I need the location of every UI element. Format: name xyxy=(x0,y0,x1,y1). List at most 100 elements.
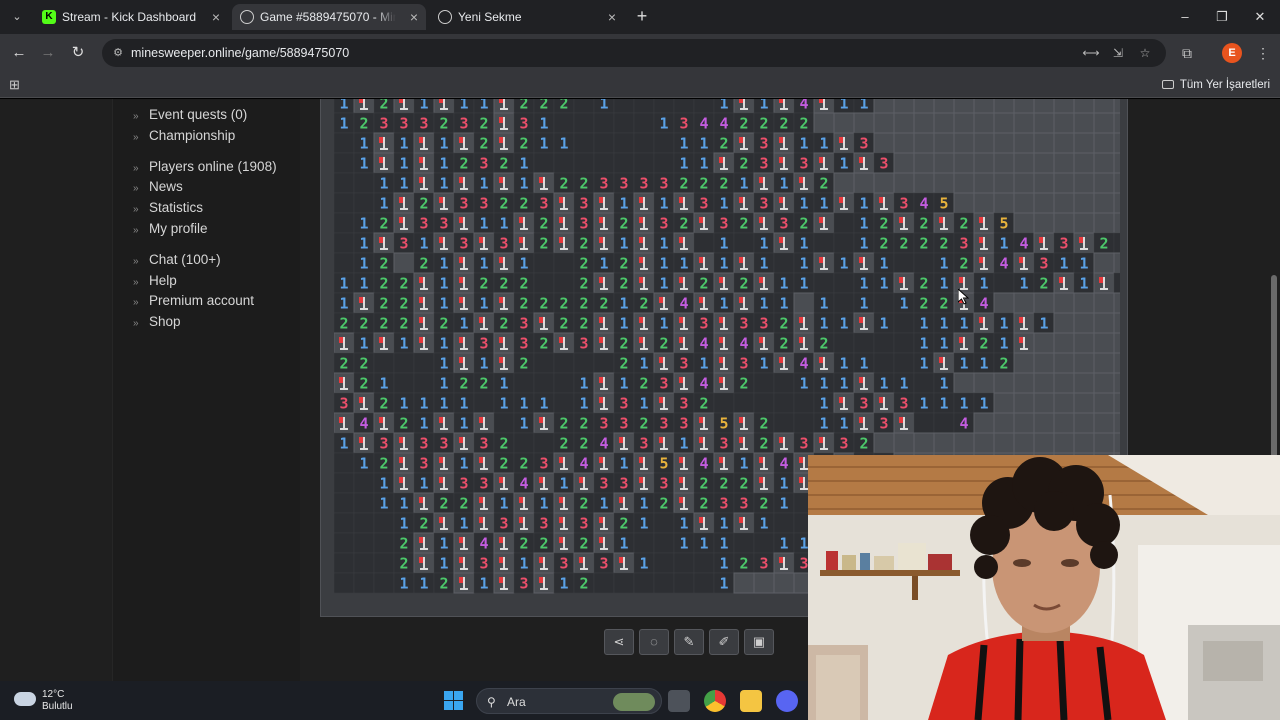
flag-icon[interactable] xyxy=(633,252,655,274)
flag-icon[interactable] xyxy=(453,172,475,194)
revealed-cell[interactable]: 1 xyxy=(393,132,415,154)
revealed-cell[interactable]: 3 xyxy=(433,432,455,454)
revealed-cell[interactable] xyxy=(893,332,915,354)
revealed-cell[interactable]: 1 xyxy=(773,492,795,514)
flag-icon[interactable] xyxy=(853,372,875,394)
flag-icon[interactable] xyxy=(693,432,715,454)
flag-icon[interactable] xyxy=(673,232,695,254)
window-close-icon[interactable]: ✕ xyxy=(1245,6,1275,28)
revealed-cell[interactable]: 1 xyxy=(433,272,455,294)
revealed-cell[interactable]: 2 xyxy=(573,272,595,294)
revealed-cell[interactable]: 2 xyxy=(533,292,555,314)
revealed-cell[interactable]: 3 xyxy=(593,172,615,194)
revealed-cell[interactable]: 2 xyxy=(373,312,395,334)
revealed-cell[interactable]: 1 xyxy=(633,392,655,414)
flag-icon[interactable] xyxy=(753,272,775,294)
revealed-cell[interactable] xyxy=(653,99,675,114)
flag-icon[interactable] xyxy=(693,252,715,274)
flag-icon[interactable] xyxy=(893,412,915,434)
flag-icon[interactable] xyxy=(473,312,495,334)
revealed-cell[interactable]: 2 xyxy=(713,172,735,194)
revealed-cell[interactable]: 4 xyxy=(673,292,695,314)
flag-icon[interactable] xyxy=(713,372,735,394)
revealed-cell[interactable]: 3 xyxy=(593,412,615,434)
revealed-cell[interactable]: 3 xyxy=(573,512,595,534)
covered-cell[interactable] xyxy=(1093,432,1115,454)
revealed-cell[interactable]: 1 xyxy=(753,232,775,254)
revealed-cell[interactable] xyxy=(733,232,755,254)
flag-icon[interactable] xyxy=(493,472,515,494)
revealed-cell[interactable] xyxy=(533,352,555,374)
covered-cell[interactable] xyxy=(1073,192,1095,214)
revealed-cell[interactable]: 2 xyxy=(453,152,475,174)
revealed-cell[interactable]: 1 xyxy=(473,172,495,194)
revealed-cell[interactable]: 3 xyxy=(473,192,495,214)
revealed-cell[interactable]: 1 xyxy=(813,312,835,334)
revealed-cell[interactable]: 2 xyxy=(873,212,895,234)
revealed-cell[interactable]: 2 xyxy=(533,332,555,354)
flag-icon[interactable] xyxy=(953,332,975,354)
revealed-cell[interactable] xyxy=(334,472,355,494)
revealed-cell[interactable] xyxy=(1113,272,1120,294)
revealed-cell[interactable]: 1 xyxy=(673,152,695,174)
revealed-cell[interactable]: 1 xyxy=(393,172,415,194)
revealed-cell[interactable] xyxy=(334,572,355,594)
revealed-cell[interactable]: 1 xyxy=(373,472,395,494)
flag-icon[interactable] xyxy=(1073,232,1095,254)
covered-cell[interactable] xyxy=(953,112,975,134)
revealed-cell[interactable] xyxy=(893,252,915,274)
revealed-cell[interactable]: 1 xyxy=(453,412,475,434)
revealed-cell[interactable]: 2 xyxy=(493,272,515,294)
flag-icon[interactable] xyxy=(493,292,515,314)
flag-icon[interactable] xyxy=(733,252,755,274)
flag-icon[interactable] xyxy=(573,552,595,574)
revealed-cell[interactable]: 2 xyxy=(513,532,535,554)
revealed-cell[interactable]: 2 xyxy=(513,192,535,214)
close-tab-icon[interactable]: × xyxy=(410,4,418,30)
all-bookmarks-button[interactable]: Tüm Yer İşaretleri xyxy=(1161,76,1270,94)
reload-icon[interactable]: ↻ xyxy=(67,42,89,64)
revealed-cell[interactable]: 1 xyxy=(413,99,435,114)
revealed-cell[interactable] xyxy=(334,552,355,574)
revealed-cell[interactable]: 4 xyxy=(573,452,595,474)
revealed-cell[interactable] xyxy=(334,232,355,254)
revealed-cell[interactable]: 1 xyxy=(373,192,395,214)
discord-icon[interactable] xyxy=(776,690,798,712)
revealed-cell[interactable] xyxy=(593,572,615,594)
flag-icon[interactable] xyxy=(373,232,395,254)
revealed-cell[interactable] xyxy=(553,352,575,374)
revealed-cell[interactable]: 1 xyxy=(334,272,355,294)
revealed-cell[interactable]: 4 xyxy=(733,332,755,354)
flag-icon[interactable] xyxy=(853,252,875,274)
revealed-cell[interactable]: 2 xyxy=(433,572,455,594)
revealed-cell[interactable]: 3 xyxy=(513,112,535,134)
revealed-cell[interactable] xyxy=(833,232,855,254)
revealed-cell[interactable]: 1 xyxy=(613,232,635,254)
revealed-cell[interactable] xyxy=(533,252,555,274)
revealed-cell[interactable]: 3 xyxy=(753,192,775,214)
covered-cell[interactable] xyxy=(1113,252,1120,274)
revealed-cell[interactable]: 3 xyxy=(413,112,435,134)
revealed-cell[interactable]: 1 xyxy=(433,172,455,194)
revealed-cell[interactable]: 3 xyxy=(453,232,475,254)
revealed-cell[interactable]: 2 xyxy=(513,292,535,314)
revealed-cell[interactable]: 2 xyxy=(553,172,575,194)
revealed-cell[interactable]: 2 xyxy=(613,352,635,374)
flag-icon[interactable] xyxy=(873,392,895,414)
revealed-cell[interactable]: 2 xyxy=(413,252,435,274)
flag-icon[interactable] xyxy=(393,212,415,234)
flag-icon[interactable] xyxy=(853,152,875,174)
covered-cell[interactable] xyxy=(873,432,895,454)
revealed-cell[interactable]: 1 xyxy=(713,192,735,214)
revealed-cell[interactable]: 2 xyxy=(433,312,455,334)
revealed-cell[interactable]: 1 xyxy=(753,292,775,314)
flag-icon[interactable] xyxy=(353,392,375,414)
revealed-cell[interactable]: 1 xyxy=(433,132,455,154)
revealed-cell[interactable]: 1 xyxy=(813,132,835,154)
covered-cell[interactable] xyxy=(1073,112,1095,134)
revealed-cell[interactable] xyxy=(553,392,575,414)
flag-icon[interactable] xyxy=(453,552,475,574)
sidebar-item-help[interactable]: » Help xyxy=(133,271,277,292)
revealed-cell[interactable] xyxy=(773,512,795,534)
covered-cell[interactable] xyxy=(1093,292,1115,314)
